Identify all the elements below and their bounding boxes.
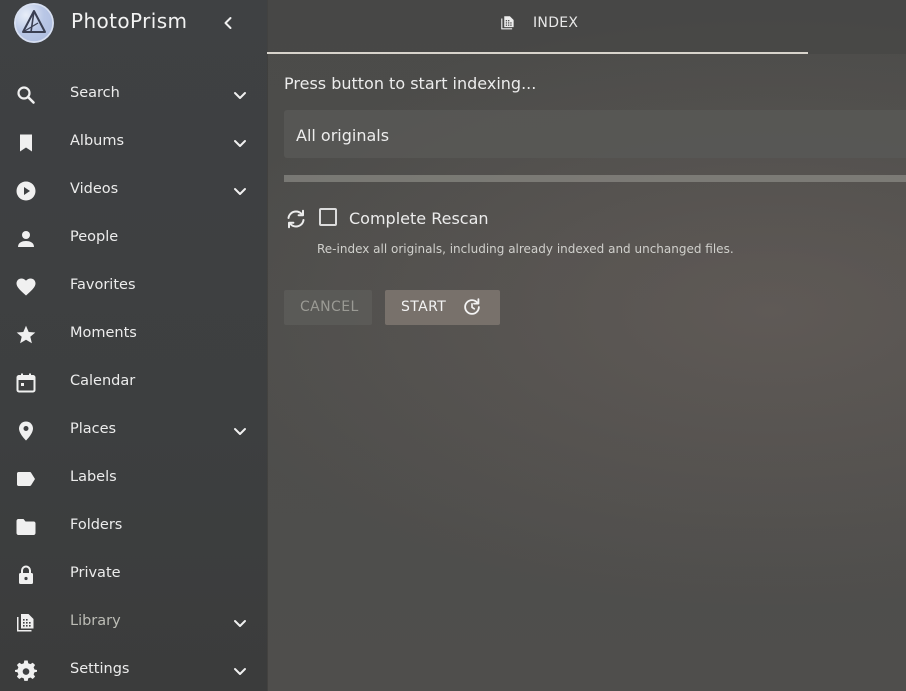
sidebar-item-private[interactable]: Private	[0, 551, 267, 599]
sidebar-item-label: Folders	[70, 517, 123, 533]
folder-icon	[14, 515, 38, 539]
sidebar-item-label: Videos	[70, 181, 119, 197]
tab-label: INDEX	[533, 15, 579, 31]
tab-active-indicator	[267, 52, 808, 54]
chevron-down-icon[interactable]	[228, 179, 252, 203]
sidebar-item-videos[interactable]: Videos	[0, 167, 267, 215]
sidebar-item-label: Labels	[70, 469, 117, 485]
lock-icon	[14, 563, 38, 587]
sidebar-item-favorites[interactable]: Favorites	[0, 263, 267, 311]
complete-rescan-hint: Re-index all originals, including alread…	[317, 242, 734, 256]
sidebar-item-label: Albums	[70, 133, 125, 149]
toolbar: INDEX	[267, 0, 906, 54]
sidebar-item-people[interactable]: People	[0, 215, 267, 263]
heart-icon	[14, 275, 38, 299]
sidebar-item-places[interactable]: Places	[0, 407, 267, 455]
chevron-down-icon[interactable]	[228, 83, 252, 107]
complete-rescan-label[interactable]: Complete Rescan	[349, 209, 489, 228]
collapse-sidebar-button[interactable]	[216, 11, 240, 35]
sidebar-item-settings[interactable]: Settings	[0, 647, 267, 691]
sidebar-item-label: Search	[70, 85, 120, 101]
calendar-icon	[14, 371, 38, 395]
chevron-left-icon	[224, 17, 232, 29]
sidebar-item-label: Calendar	[70, 373, 136, 389]
person-icon	[14, 227, 38, 251]
sidebar-item-moments[interactable]: Moments	[0, 311, 267, 359]
star-icon	[14, 323, 38, 347]
sidebar-item-label: People	[70, 229, 119, 245]
sidebar-item-calendar[interactable]: Calendar	[0, 359, 267, 407]
sidebar-item-folders[interactable]: Folders	[0, 503, 267, 551]
sidebar: PhotoPrism Search Albums Videos People F…	[0, 0, 267, 691]
sidebar-item-label: Library	[70, 613, 121, 629]
place-pin-icon	[14, 419, 38, 443]
restart-icon	[461, 296, 483, 318]
sidebar-item-label: Favorites	[70, 277, 136, 293]
label-icon	[14, 467, 38, 491]
play-circle-icon	[14, 179, 38, 203]
chevron-down-icon[interactable]	[228, 419, 252, 443]
photo-library-icon	[14, 611, 38, 635]
brand: PhotoPrism	[0, 0, 267, 46]
start-button-label: START	[401, 299, 447, 315]
sidebar-nav: Search Albums Videos People Favorites Mo…	[0, 71, 267, 691]
gear-icon	[14, 659, 38, 683]
sync-icon	[284, 207, 308, 231]
search-icon	[14, 83, 38, 107]
sidebar-item-label: Settings	[70, 661, 130, 677]
complete-rescan-checkbox[interactable]	[319, 208, 337, 226]
chevron-down-icon[interactable]	[228, 659, 252, 683]
index-status-text: Press button to start indexing...	[284, 74, 537, 93]
chevron-down-icon[interactable]	[228, 611, 252, 635]
sidebar-item-label: Private	[70, 565, 121, 581]
sidebar-item-labels[interactable]: Labels	[0, 455, 267, 503]
cancel-button[interactable]: CANCEL	[284, 290, 372, 325]
sidebar-item-albums[interactable]: Albums	[0, 119, 267, 167]
app-title: PhotoPrism	[71, 9, 188, 33]
main-content: INDEX Press button to start indexing... …	[267, 0, 906, 691]
path-select[interactable]: All originals	[284, 110, 906, 158]
chevron-down-icon[interactable]	[228, 131, 252, 155]
path-select-value: All originals	[296, 126, 390, 145]
photoprism-logo[interactable]	[14, 3, 54, 43]
photo-library-icon	[499, 14, 517, 32]
sidebar-item-search[interactable]: Search	[0, 71, 267, 119]
sidebar-item-label: Places	[70, 421, 117, 437]
sidebar-item-label: Moments	[70, 325, 137, 341]
index-progress-bar	[284, 175, 906, 182]
tab-index[interactable]: INDEX	[267, 0, 808, 52]
bookmark-icon	[14, 131, 38, 155]
start-button[interactable]: START	[385, 290, 500, 325]
cancel-button-label: CANCEL	[300, 299, 359, 315]
sidebar-item-library[interactable]: Library	[0, 599, 267, 647]
